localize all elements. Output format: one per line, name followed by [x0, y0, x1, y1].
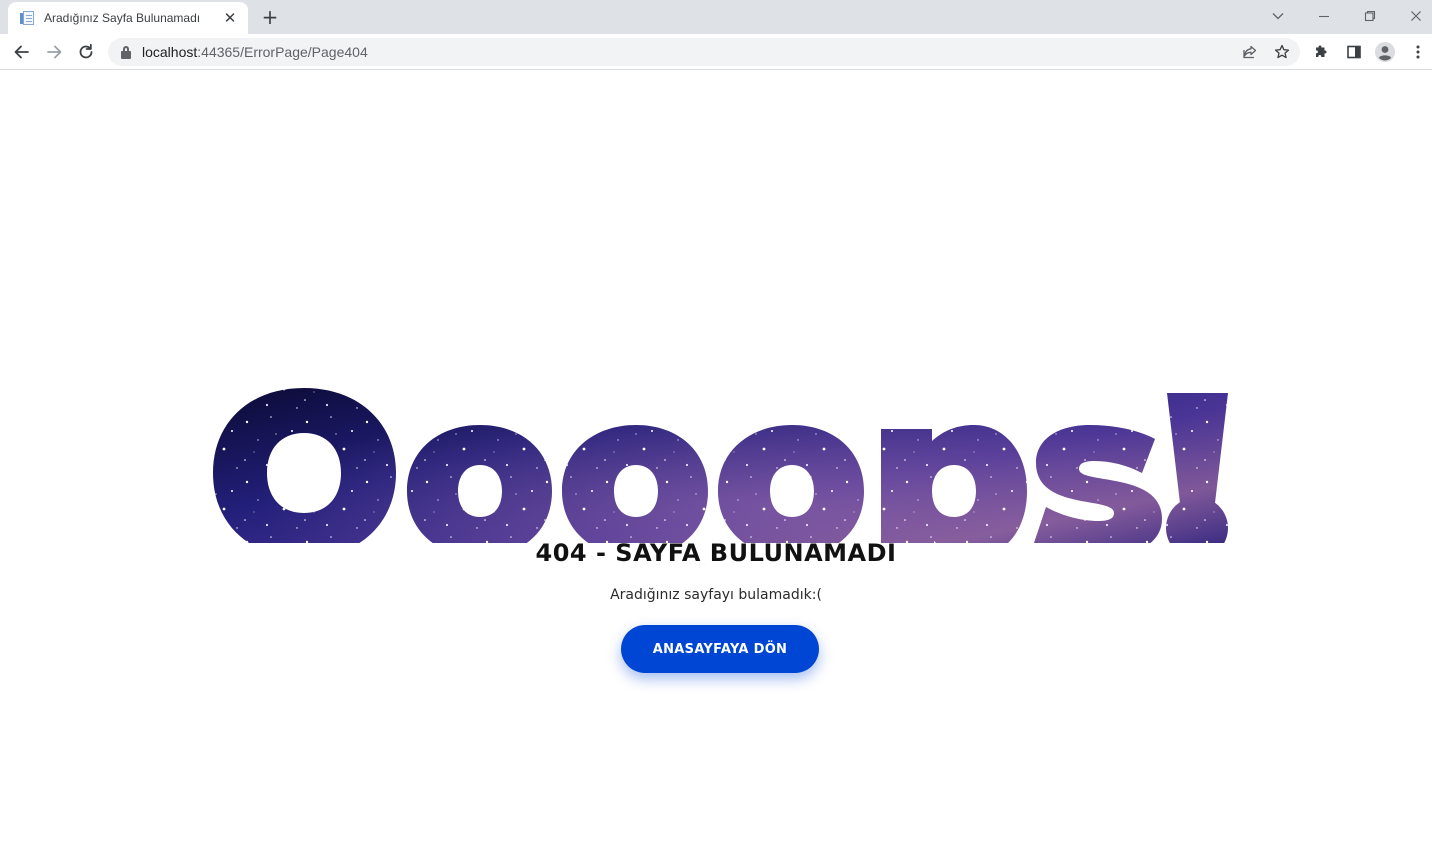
tab-strip: Aradığınız Sayfa Bulunamadı ✕ + — [0, 0, 1432, 34]
url-host: localhost — [142, 44, 198, 60]
back-arrow-icon[interactable] — [8, 38, 36, 66]
lock-icon[interactable] — [120, 45, 132, 59]
extensions-puzzle-icon[interactable] — [1310, 40, 1334, 64]
window-close-icon[interactable] — [1398, 4, 1432, 28]
reload-icon[interactable] — [72, 38, 100, 66]
error-page: 404 - SAYFA BULUNAMADI Aradığınız sayfay… — [0, 71, 1432, 856]
page-heading: 404 - SAYFA BULUNAMADI — [535, 539, 897, 567]
oooops-galaxy-text — [213, 388, 1228, 543]
menu-kebab-icon[interactable] — [1406, 40, 1430, 64]
address-url: localhost:44365/ErrorPage/Page404 — [142, 44, 368, 60]
address-bar[interactable]: localhost:44365/ErrorPage/Page404 — [108, 38, 1300, 66]
page-subtext: Aradığınız sayfayı bulamadık:( — [610, 587, 822, 603]
tab-search-icon[interactable] — [1260, 4, 1296, 28]
profile-avatar-icon[interactable] — [1373, 40, 1397, 64]
new-tab-button[interactable]: + — [258, 5, 282, 29]
restore-icon[interactable] — [1352, 4, 1388, 28]
tab-close-icon[interactable]: ✕ — [222, 9, 238, 27]
tab-title: Aradığınız Sayfa Bulunamadı — [44, 11, 201, 25]
back-to-homepage-button[interactable]: ANASAYFAYA DÖN — [621, 625, 819, 673]
share-icon[interactable] — [1240, 42, 1260, 62]
bookmark-star-icon[interactable] — [1272, 42, 1292, 62]
side-panel-icon[interactable] — [1342, 40, 1366, 64]
browser-tab-active[interactable]: Aradığınız Sayfa Bulunamadı ✕ — [8, 2, 248, 34]
page-favicon-icon — [20, 10, 36, 26]
browser-toolbar: localhost:44365/ErrorPage/Page404 — [0, 34, 1432, 70]
forward-arrow-icon[interactable] — [40, 38, 68, 66]
url-path: :44365/ErrorPage/Page404 — [197, 44, 368, 60]
minimize-icon[interactable] — [1306, 4, 1342, 28]
